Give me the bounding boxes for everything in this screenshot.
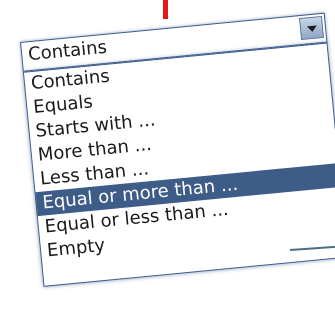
chevron-down-icon[interactable] [298, 15, 325, 41]
condition-dropdown-list: Contains Equals Starts with ... More tha… [22, 42, 335, 287]
red-marker [163, 0, 168, 19]
combobox-value: Contains [27, 36, 108, 66]
filter-condition-widget: Contains Contains Equals Starts with ...… [20, 12, 335, 297]
